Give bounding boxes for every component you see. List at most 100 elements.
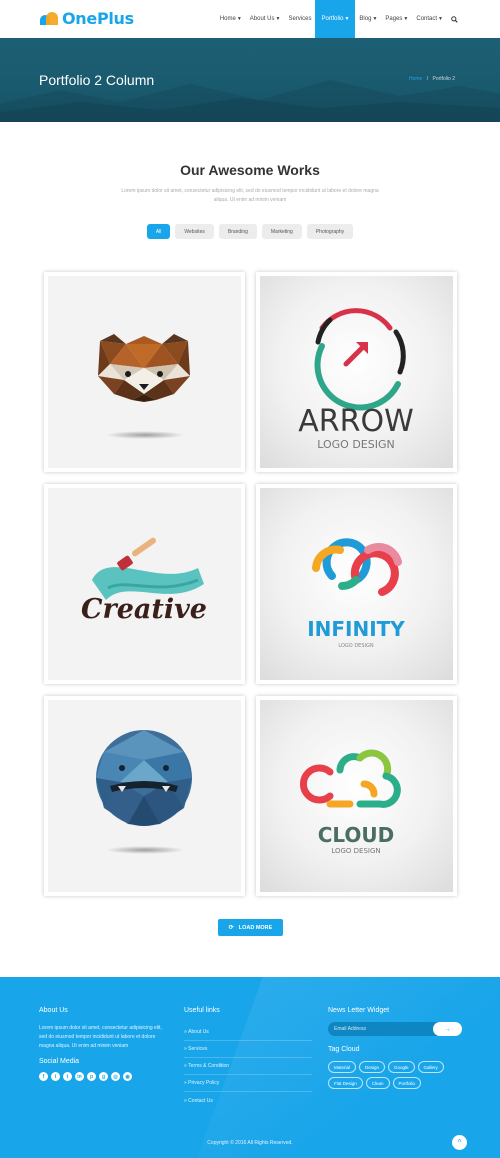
drop-shadow bbox=[104, 846, 185, 854]
instagram-icon[interactable]: ◎ bbox=[111, 1072, 120, 1081]
portfolio-item[interactable]: ARROW LOGO DESIGN bbox=[256, 272, 457, 472]
breadcrumb-current: Portfolio 2 bbox=[432, 76, 455, 82]
nav-item-home[interactable]: Home ▼ bbox=[216, 0, 246, 38]
footer-link-contact[interactable]: » Contact Us bbox=[184, 1092, 312, 1109]
nav-item-portfolio[interactable]: Portfolio ▼ bbox=[315, 0, 356, 38]
copyright-text: Copyright © 2016 All Rights Reserved. bbox=[207, 1140, 293, 1146]
tag-gallery[interactable]: Gallery bbox=[417, 1061, 444, 1073]
creative-logo-word: Creative bbox=[81, 594, 207, 625]
site-header: OnePlus Home ▼ About Us ▼ Services Portfol… bbox=[0, 0, 500, 38]
tumblr-icon[interactable]: t bbox=[63, 1072, 72, 1081]
linkedin-icon[interactable]: in bbox=[75, 1072, 84, 1081]
newsletter-form: Email Address → bbox=[328, 1022, 462, 1036]
chevron-up-icon: ^ bbox=[457, 1138, 462, 1147]
subscribe-button[interactable]: → bbox=[433, 1022, 462, 1036]
breadcrumb-home-link[interactable]: Home bbox=[409, 76, 422, 82]
social-links: f t t in p g ◎ ◉ bbox=[39, 1072, 169, 1081]
main-nav: Home ▼ About Us ▼ Services Portfolio ▼ Blog… bbox=[216, 0, 462, 38]
facebook-icon[interactable]: f bbox=[39, 1072, 48, 1081]
red-panda-image bbox=[98, 334, 190, 402]
load-more-button[interactable]: ⟳ LOAD MORE bbox=[218, 919, 283, 936]
drop-shadow bbox=[104, 431, 185, 439]
refresh-icon: ⟳ bbox=[228, 925, 234, 931]
infinity-logo-sub: LOGO DESIGN bbox=[338, 643, 373, 649]
breadcrumb-separator: / bbox=[426, 76, 429, 82]
portfolio-image: ARROW LOGO DESIGN bbox=[260, 276, 453, 468]
footer-about-text: Lorem ipsum dolor sit amet, consectetur … bbox=[39, 1025, 162, 1049]
footer-about: About Us Lorem ipsum dolor sit amet, con… bbox=[39, 1007, 169, 1081]
footer-link-about[interactable]: » About Us bbox=[184, 1024, 312, 1041]
dribbble-icon[interactable]: ◉ bbox=[123, 1072, 132, 1081]
portfolio-item[interactable]: INFINITY LOGO DESIGN bbox=[256, 484, 457, 684]
tag-portfolio[interactable]: Portfolio bbox=[392, 1077, 422, 1089]
nav-item-blog[interactable]: Blog ▼ bbox=[355, 0, 381, 38]
page-banner: Portfolio 2 Column Home / Portfolio 2 bbox=[0, 38, 500, 122]
email-field[interactable]: Email Address bbox=[334, 1026, 366, 1032]
infinity-logo-image: INFINITY LOGO DESIGN bbox=[307, 538, 405, 649]
twitter-icon[interactable]: t bbox=[51, 1072, 60, 1081]
portfolio-image: CLOUD LOGO DESIGN bbox=[260, 700, 453, 892]
nav-item-services[interactable]: Services bbox=[284, 0, 315, 38]
portfolio-image bbox=[48, 700, 241, 892]
brand-name: OnePlus bbox=[62, 9, 134, 28]
nav-item-about[interactable]: About Us ▼ bbox=[246, 0, 285, 38]
filter-websites[interactable]: Websites bbox=[175, 224, 214, 239]
portfolio-image bbox=[48, 276, 241, 468]
section-title: Our Awesome Works bbox=[180, 162, 320, 178]
logo-mark-icon bbox=[40, 11, 59, 26]
load-more-label: LOAD MORE bbox=[238, 924, 273, 931]
footer-link-services[interactable]: » Services bbox=[184, 1041, 312, 1058]
cloud-logo-image: CLOUD LOGO DESIGN bbox=[299, 749, 401, 855]
footer-newsletter: News Letter Widget Email Address → Tag C… bbox=[328, 1007, 462, 1089]
site-footer: About Us Lorem ipsum dolor sit amet, con… bbox=[0, 977, 500, 1158]
scroll-to-top-button[interactable]: ^ bbox=[452, 1135, 467, 1150]
infinity-logo-word: INFINITY bbox=[307, 617, 405, 641]
section-description: Lorem ipsum dolor sit amet, consectetur … bbox=[121, 188, 379, 203]
caret-down-icon: ▼ bbox=[344, 16, 350, 22]
tag-design[interactable]: Design bbox=[359, 1061, 386, 1073]
lowpoly-creature-image bbox=[96, 730, 192, 826]
nav-item-pages[interactable]: Pages ▼ bbox=[381, 0, 412, 38]
arrow-logo-word: ARROW bbox=[298, 404, 414, 439]
cloud-logo-word: CLOUD bbox=[318, 823, 395, 847]
cloud-logo-sub: LOGO DESIGN bbox=[331, 847, 380, 855]
tag-material[interactable]: Material bbox=[328, 1061, 357, 1073]
caret-down-icon: ▼ bbox=[372, 16, 378, 22]
portfolio-image: Creative bbox=[48, 488, 241, 680]
caret-down-icon: ▼ bbox=[403, 16, 409, 22]
page-title: Portfolio 2 Column bbox=[39, 72, 155, 88]
filter-all[interactable]: All bbox=[146, 224, 171, 239]
footer-links-heading: Useful links bbox=[184, 1007, 220, 1014]
site-logo[interactable]: OnePlus bbox=[40, 9, 134, 28]
arrow-logo-sub: LOGO DESIGN bbox=[317, 438, 394, 451]
google-plus-icon[interactable]: g bbox=[99, 1072, 108, 1081]
footer-about-heading: About Us bbox=[39, 1007, 68, 1014]
search-icon[interactable] bbox=[447, 0, 462, 38]
tag-cloud-heading: Tag Cloud bbox=[328, 1046, 360, 1053]
caret-down-icon: ▼ bbox=[275, 16, 281, 22]
footer-links-list: » About Us » Services » Terms & Conditio… bbox=[184, 1024, 312, 1109]
caret-down-icon: ▼ bbox=[236, 16, 242, 22]
footer-link-privacy[interactable]: » Privacy Policy bbox=[184, 1075, 312, 1092]
tag-google[interactable]: Google bbox=[388, 1061, 415, 1073]
filter-photography[interactable]: Photography bbox=[306, 224, 354, 239]
tag-flat-design[interactable]: Flat Design bbox=[328, 1077, 363, 1089]
tag-clean[interactable]: Clean bbox=[365, 1077, 390, 1089]
portfolio-item[interactable]: CLOUD LOGO DESIGN bbox=[256, 696, 457, 896]
footer-link-terms[interactable]: » Terms & Condition bbox=[184, 1058, 312, 1075]
newsletter-heading: News Letter Widget bbox=[328, 1007, 390, 1014]
portfolio-item[interactable] bbox=[44, 696, 245, 896]
pinterest-icon[interactable]: p bbox=[87, 1072, 96, 1081]
filter-marketing[interactable]: Marketing bbox=[261, 224, 302, 239]
nav-item-contact[interactable]: Contact ▼ bbox=[412, 0, 447, 38]
creative-logo-image: Creative bbox=[81, 537, 207, 625]
caret-down-icon: ▼ bbox=[438, 16, 443, 22]
tag-cloud: Material Design Google Gallery Flat Desi… bbox=[328, 1061, 462, 1089]
portfolio-item[interactable]: Creative bbox=[44, 484, 245, 684]
footer-social-heading: Social Media bbox=[39, 1058, 80, 1065]
footer-links: Useful links » About Us » Services » Ter… bbox=[184, 1007, 312, 1109]
filter-branding[interactable]: Branding bbox=[218, 224, 257, 239]
portfolio-filters: All Websites Branding Marketing Photogra… bbox=[0, 224, 500, 239]
arrow-logo-image: ARROW LOGO DESIGN bbox=[298, 308, 414, 451]
portfolio-item[interactable] bbox=[44, 272, 245, 472]
